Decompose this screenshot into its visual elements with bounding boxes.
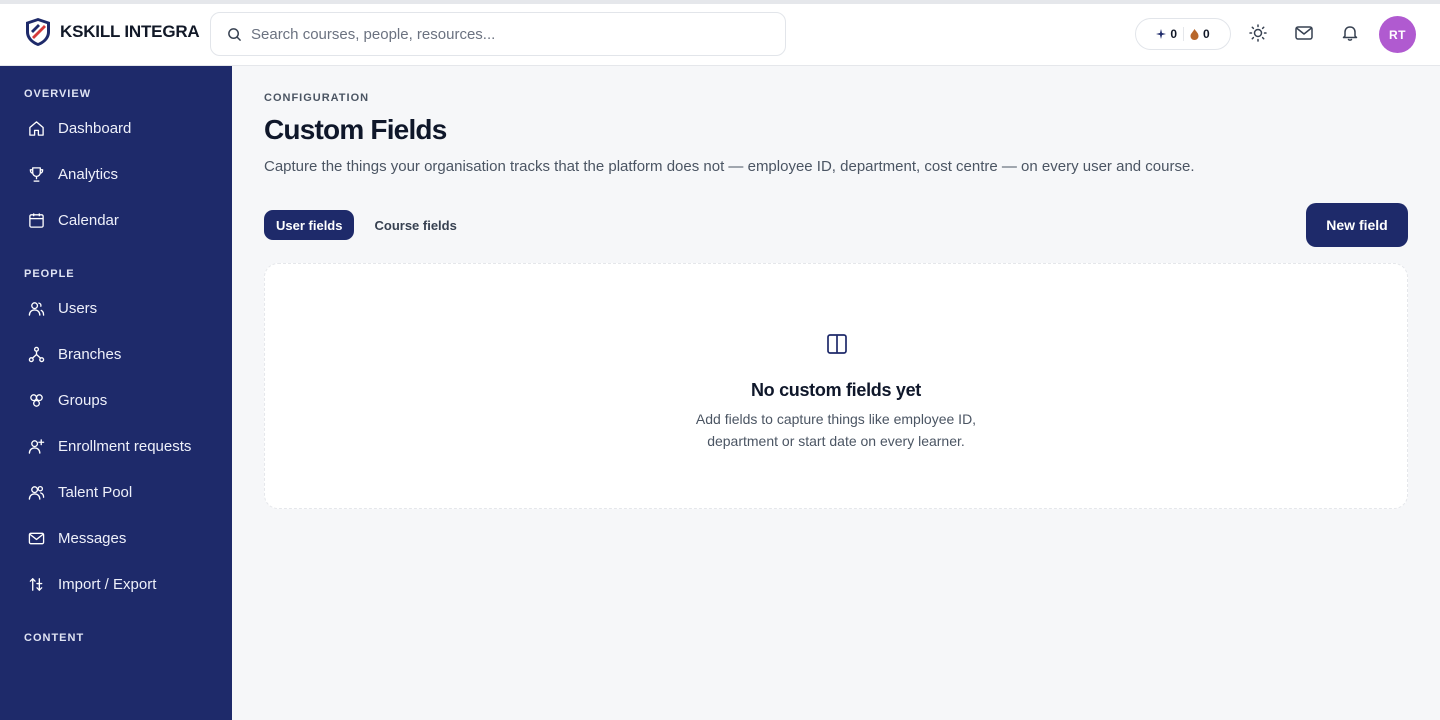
empty-state-description: Add fields to capture things like employ…	[265, 408, 1407, 452]
sidebar-item-users[interactable]: Users	[16, 290, 216, 326]
flame-count: 0	[1203, 27, 1210, 41]
users-icon	[28, 301, 45, 316]
sidebar-item-label: Groups	[58, 391, 108, 409]
brand-name: KSKILL INTEGRA	[60, 22, 200, 41]
sidebar-item-label: Branches	[58, 345, 122, 363]
page-title: Custom Fields	[264, 114, 447, 145]
stats-pill[interactable]: 0 0	[1135, 18, 1231, 50]
import-export-icon	[29, 577, 43, 591]
field-type-tabs: User fields Course fields	[264, 210, 469, 240]
tab-user-fields[interactable]: User fields	[264, 210, 355, 240]
sidebar-item-groups[interactable]: Groups	[16, 382, 216, 418]
theme-toggle-button[interactable]	[1247, 22, 1269, 44]
sidebar-item-label: Calendar	[58, 211, 119, 229]
sparkle-count: 0	[1170, 27, 1177, 41]
sun-icon	[1249, 24, 1267, 42]
flame-icon	[1190, 28, 1199, 40]
sparkle-stat: 0	[1156, 27, 1177, 41]
section-eyebrow: CONFIGURATION	[264, 92, 370, 104]
home-icon	[29, 120, 44, 136]
user-plus-icon	[28, 438, 45, 454]
trophy-icon	[29, 166, 44, 182]
user-avatar[interactable]: RT	[1379, 16, 1416, 53]
stat-divider	[1183, 27, 1184, 41]
empty-state-title: No custom fields yet	[750, 380, 922, 400]
columns-icon	[827, 334, 847, 354]
sidebar-item-calendar[interactable]: Calendar	[16, 202, 216, 238]
sidebar-item-label: Dashboard	[58, 119, 132, 137]
sidebar-section-people: PEOPLE	[24, 268, 75, 280]
sidebar-item-import-export[interactable]: Import / Export	[16, 566, 216, 602]
sidebar-item-dashboard[interactable]: Dashboard	[16, 110, 216, 146]
empty-state-card: No custom fields yet Add fields to captu…	[264, 263, 1408, 509]
top-header: KSKILL INTEGRA 0 0	[0, 4, 1440, 66]
sidebar-item-branches[interactable]: Branches	[16, 336, 216, 372]
sidebar: OVERVIEW Dashboard Analytics Calendar PE…	[0, 66, 232, 720]
branches-icon	[28, 346, 45, 362]
flame-stat: 0	[1190, 27, 1210, 41]
search-bar[interactable]	[210, 12, 786, 56]
search-input[interactable]	[251, 25, 785, 43]
tab-course-fields[interactable]: Course fields	[362, 210, 468, 240]
main-content: CONFIGURATION Custom Fields Capture the …	[232, 66, 1440, 720]
sidebar-item-label: Enrollment requests	[58, 437, 192, 455]
sidebar-item-label: Import / Export	[58, 575, 157, 593]
sidebar-item-label: Talent Pool	[58, 483, 133, 501]
search-icon	[228, 27, 241, 41]
groups-icon	[30, 393, 43, 407]
messages-button[interactable]	[1293, 22, 1315, 44]
sidebar-item-analytics[interactable]: Analytics	[16, 156, 216, 192]
empty-state-line-1: Add fields to capture things like employ…	[695, 411, 977, 427]
calendar-icon	[29, 212, 44, 228]
sidebar-item-label: Users	[58, 299, 98, 317]
talent-pool-icon	[28, 485, 45, 500]
empty-state-line-2: department or start date on every learne…	[707, 433, 965, 449]
sidebar-section-overview: OVERVIEW	[24, 88, 92, 100]
sidebar-item-messages[interactable]: Messages	[16, 520, 216, 556]
sparkle-icon	[1156, 29, 1167, 39]
notifications-button[interactable]	[1339, 22, 1361, 44]
mail-icon	[28, 532, 45, 544]
new-field-button[interactable]: New field	[1306, 203, 1408, 247]
brand[interactable]: KSKILL INTEGRA	[24, 17, 200, 47]
sidebar-item-enrollment-requests[interactable]: Enrollment requests	[16, 428, 216, 464]
mail-icon	[1295, 26, 1313, 40]
bell-icon	[1342, 26, 1358, 41]
sidebar-item-label: Analytics	[58, 165, 119, 183]
sidebar-item-label: Messages	[58, 529, 127, 547]
brand-logo-icon	[26, 18, 50, 46]
page-description: Capture the things your organisation tra…	[264, 158, 1195, 175]
sidebar-item-talent-pool[interactable]: Talent Pool	[16, 474, 216, 510]
avatar-initials: RT	[1389, 27, 1406, 42]
sidebar-section-content: CONTENT	[24, 632, 85, 644]
